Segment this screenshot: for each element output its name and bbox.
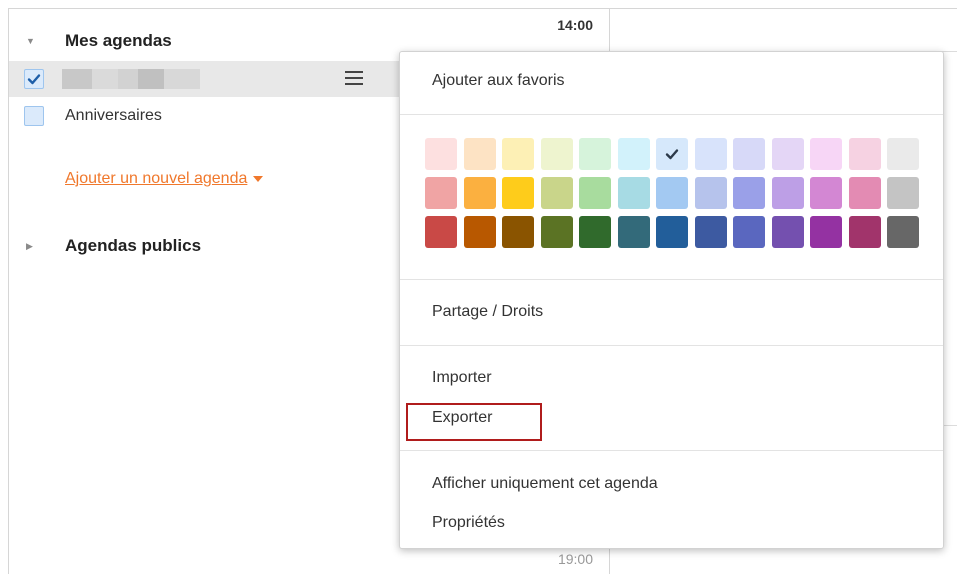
menu-item-import[interactable]: Importer — [432, 369, 492, 387]
menu-divider — [400, 345, 943, 346]
color-swatch[interactable] — [771, 138, 804, 170]
color-swatch[interactable] — [617, 216, 650, 248]
color-swatch[interactable] — [810, 138, 842, 170]
color-swatch[interactable] — [733, 177, 765, 209]
color-palette — [425, 138, 919, 248]
color-swatch[interactable] — [617, 177, 650, 209]
color-swatch[interactable] — [656, 216, 688, 248]
menu-item-export[interactable]: Exporter — [432, 409, 492, 427]
color-swatch[interactable] — [502, 177, 534, 209]
my-calendars-title: Mes agendas — [65, 31, 172, 50]
caret-right-icon[interactable]: ▶ — [26, 241, 38, 252]
time-label-bottom: 19:00 — [557, 551, 593, 567]
color-swatch[interactable] — [848, 216, 881, 248]
menu-icon[interactable] — [345, 71, 363, 85]
sidebar: ▼ Mes agendas Anniversaires Ajouter un n… — [8, 8, 449, 574]
color-swatch[interactable] — [502, 216, 534, 248]
public-calendars-title: Agendas publics — [65, 236, 202, 255]
color-swatch[interactable] — [425, 216, 457, 248]
menu-item-add-favorites[interactable]: Ajouter aux favoris — [432, 72, 565, 90]
color-swatch[interactable] — [848, 138, 881, 170]
color-swatch[interactable] — [425, 177, 457, 209]
color-swatch[interactable] — [733, 216, 765, 248]
menu-item-show-only[interactable]: Afficher uniquement cet agenda — [432, 475, 658, 493]
color-swatch[interactable] — [771, 216, 804, 248]
color-swatch[interactable] — [502, 138, 534, 170]
calendar-row-birthdays[interactable]: Anniversaires — [9, 98, 449, 134]
calendar-checkbox[interactable] — [24, 106, 44, 126]
calendar-name-redacted — [62, 69, 200, 89]
calendar-checkbox[interactable] — [24, 69, 44, 89]
color-swatch[interactable] — [463, 177, 496, 209]
caret-down-icon[interactable] — [253, 175, 264, 182]
add-calendar-label: Ajouter un nouvel agenda — [65, 170, 248, 187]
add-calendar-link[interactable]: Ajouter un nouvel agenda — [65, 170, 264, 188]
color-swatch[interactable] — [540, 177, 573, 209]
color-swatch[interactable] — [579, 138, 611, 170]
public-calendars-header[interactable]: ▶ Agendas publics — [9, 231, 201, 261]
calendar-row-primary[interactable] — [9, 61, 449, 97]
color-swatch[interactable] — [579, 177, 611, 209]
color-swatch[interactable] — [848, 177, 881, 209]
menu-divider — [400, 450, 943, 451]
color-swatch[interactable] — [579, 216, 611, 248]
color-swatch[interactable] — [887, 216, 919, 248]
check-icon — [27, 74, 41, 85]
check-icon — [665, 149, 679, 160]
color-swatch[interactable] — [540, 216, 573, 248]
color-swatch[interactable] — [810, 177, 842, 209]
color-swatch[interactable] — [771, 177, 804, 209]
color-swatch[interactable] — [656, 138, 688, 170]
color-swatch[interactable] — [694, 138, 727, 170]
time-label-top: 14:00 — [557, 17, 593, 33]
calendar-context-menu: Ajouter aux favoris Partage / Droits Imp… — [399, 51, 944, 549]
color-swatch[interactable] — [733, 138, 765, 170]
color-swatch[interactable] — [463, 216, 496, 248]
color-swatch[interactable] — [887, 138, 919, 170]
color-swatch[interactable] — [694, 216, 727, 248]
menu-divider — [400, 279, 943, 280]
my-calendars-header[interactable]: ▼ Mes agendas — [9, 26, 172, 56]
color-swatch[interactable] — [540, 138, 573, 170]
color-swatch[interactable] — [694, 177, 727, 209]
color-swatch[interactable] — [810, 216, 842, 248]
menu-divider — [400, 114, 943, 115]
color-swatch[interactable] — [425, 138, 457, 170]
caret-down-icon[interactable]: ▼ — [26, 36, 38, 46]
menu-item-properties[interactable]: Propriétés — [432, 514, 505, 532]
calendar-label: Anniversaires — [65, 107, 162, 124]
menu-item-sharing[interactable]: Partage / Droits — [432, 303, 543, 321]
color-swatch[interactable] — [617, 138, 650, 170]
color-swatch[interactable] — [463, 138, 496, 170]
color-swatch[interactable] — [656, 177, 688, 209]
color-swatch[interactable] — [887, 177, 919, 209]
